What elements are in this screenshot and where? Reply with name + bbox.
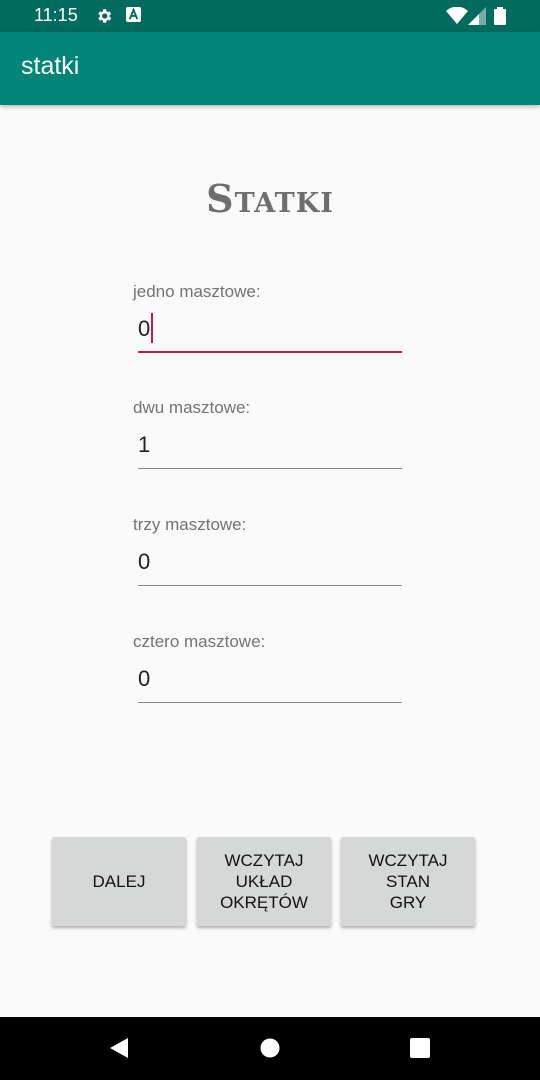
field-label-three-mast: trzy masztowe:: [133, 515, 247, 534]
load-game-state-button[interactable]: WCZYTAJ STAN GRY: [341, 837, 475, 926]
input-underline: [138, 351, 402, 353]
app-title: statki: [21, 52, 80, 80]
status-time: 11:15: [34, 5, 78, 25]
settings-gear-icon: [98, 9, 112, 23]
recents-icon[interactable]: [409, 1037, 431, 1059]
accessibility-a-icon: [126, 7, 141, 22]
three-mast-input[interactable]: 0: [138, 546, 402, 586]
page-heading: Statki: [206, 176, 334, 221]
four-mast-input[interactable]: 0: [138, 663, 402, 703]
input-underline: [138, 702, 402, 703]
navigation-bar: [0, 1017, 540, 1080]
field-label-two-mast: dwu masztowe:: [133, 398, 251, 417]
field-label-four-mast: cztero masztowe:: [133, 632, 266, 651]
text-cursor: [151, 313, 154, 344]
three-mast-value: 0: [138, 549, 151, 574]
field-label-one-mast: jedno masztowe:: [133, 282, 261, 301]
one-mast-input[interactable]: 0: [138, 313, 402, 353]
battery-icon: [494, 7, 506, 25]
back-icon[interactable]: [108, 1037, 130, 1059]
input-underline: [138, 585, 402, 586]
app-bar: statki: [0, 32, 540, 105]
wifi-icon: [446, 7, 468, 24]
signal-icon: [468, 7, 486, 25]
status-bar: 11:15: [0, 0, 540, 32]
one-mast-value: 0: [138, 316, 151, 341]
four-mast-value: 0: [138, 666, 151, 691]
two-mast-input[interactable]: 1: [138, 429, 402, 469]
next-button[interactable]: DALEJ: [52, 837, 186, 926]
two-mast-value: 1: [138, 432, 151, 457]
home-icon[interactable]: [259, 1037, 281, 1059]
input-underline: [138, 468, 402, 469]
load-ship-layout-button[interactable]: WCZYTAJ UKŁAD OKRĘTÓW: [197, 837, 331, 926]
